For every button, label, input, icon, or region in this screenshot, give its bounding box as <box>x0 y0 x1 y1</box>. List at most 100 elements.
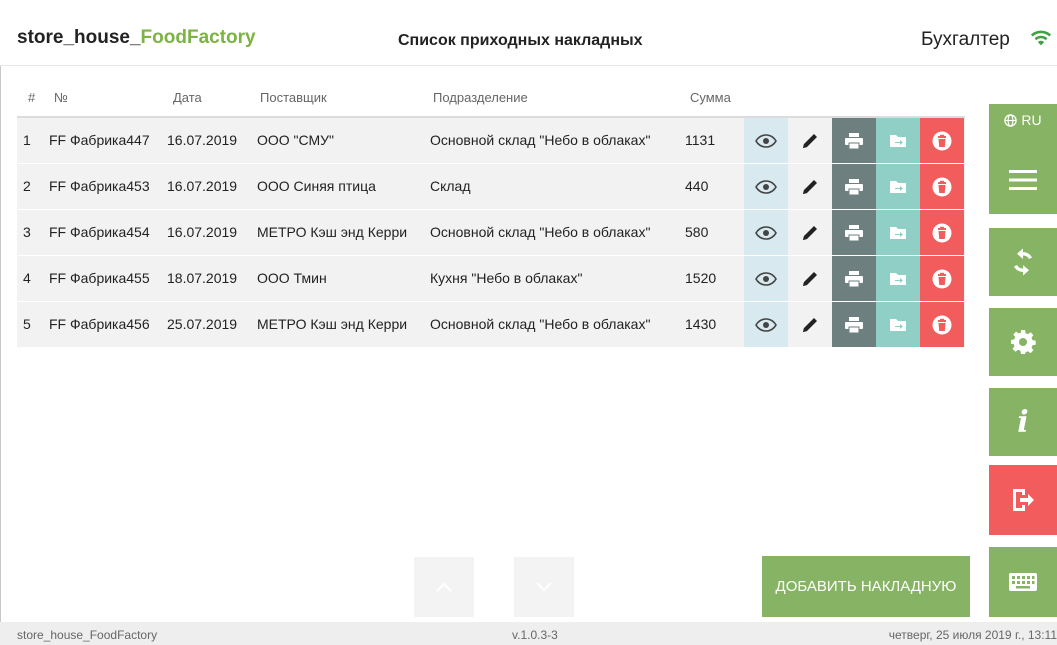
print-button[interactable] <box>832 164 876 209</box>
scroll-down-button[interactable] <box>514 557 574 617</box>
footer-datetime: четверг, 25 июля 2019 г., 13:11 <box>888 628 1057 642</box>
pencil-icon <box>803 271 817 286</box>
export-button[interactable] <box>876 210 920 255</box>
delete-button[interactable] <box>920 210 964 255</box>
print-button[interactable] <box>832 256 876 301</box>
printer-icon <box>845 270 863 287</box>
view-button[interactable] <box>744 210 788 255</box>
row-index: 4 <box>23 270 31 286</box>
view-button[interactable] <box>744 302 788 347</box>
row-division: Основной склад "Небо в облаках" <box>430 224 651 240</box>
folder-export-icon <box>890 226 906 239</box>
view-button[interactable] <box>744 256 788 301</box>
row-doc-number: FF Фабрика454 <box>49 224 150 240</box>
pencil-icon <box>803 317 817 332</box>
row-doc-number: FF Фабрика447 <box>49 132 150 148</box>
app-header: store_house_FoodFactory Список приходных… <box>0 0 1057 66</box>
row-sum: 1430 <box>685 316 717 332</box>
table-header: # № Дата Поставщик Подразделение Сумма <box>17 82 965 118</box>
edit-button[interactable] <box>788 164 832 209</box>
row-division: Кухня "Небо в облаках" <box>430 270 583 286</box>
logout-button[interactable] <box>989 465 1057 535</box>
row-division: Основной склад "Небо в облаках" <box>430 132 651 148</box>
row-sum: 440 <box>685 178 709 194</box>
row-index: 5 <box>23 316 31 332</box>
row-supplier: МЕТРО Кэш энд Керри <box>257 224 408 240</box>
chevron-down-icon <box>536 582 552 592</box>
export-button[interactable] <box>876 118 920 163</box>
table-row[interactable]: 4 FF Фабрика455 18.07.2019 ООО Тмин Кухн… <box>17 256 965 302</box>
printer-icon <box>845 224 863 241</box>
eye-icon <box>755 225 777 240</box>
trash-icon <box>932 131 952 150</box>
table-row[interactable]: 3 FF Фабрика454 16.07.2019 МЕТРО Кэш энд… <box>17 210 965 256</box>
table-row[interactable]: 2 FF Фабрика453 16.07.2019 ООО Синяя пти… <box>17 164 965 210</box>
table-row[interactable]: 1 FF Фабрика447 16.07.2019 ООО "СМУ" Осн… <box>17 118 965 164</box>
brand-prefix: store_house_ <box>17 27 141 48</box>
row-sum: 580 <box>685 224 709 240</box>
folder-export-icon <box>890 180 906 193</box>
delete-button[interactable] <box>920 118 964 163</box>
row-doc-number: FF Фабрика456 <box>49 316 150 332</box>
row-division: Склад <box>430 178 471 194</box>
settings-button[interactable] <box>989 308 1057 376</box>
invoice-table: # № Дата Поставщик Подразделение Сумма 1… <box>17 82 965 348</box>
col-supplier: Поставщик <box>260 90 327 105</box>
row-date: 16.07.2019 <box>167 224 238 240</box>
view-button[interactable] <box>744 164 788 209</box>
user-role: Бухгалтер <box>921 29 1010 50</box>
trash-icon <box>932 223 952 242</box>
printer-icon <box>845 178 863 195</box>
folder-export-icon <box>890 318 906 331</box>
pencil-icon <box>803 133 817 148</box>
status-bar: store_house_FoodFactory v.1.0.3-3 четвер… <box>0 622 1057 645</box>
view-button[interactable] <box>744 118 788 163</box>
col-date: Дата <box>173 90 202 105</box>
export-button[interactable] <box>876 302 920 347</box>
folder-export-icon <box>890 272 906 285</box>
scroll-up-button[interactable] <box>414 557 474 617</box>
gear-icon <box>1011 330 1036 354</box>
row-index: 1 <box>23 132 31 148</box>
export-button[interactable] <box>876 164 920 209</box>
delete-button[interactable] <box>920 302 964 347</box>
edit-button[interactable] <box>788 256 832 301</box>
info-button[interactable]: i <box>989 388 1057 456</box>
trash-icon <box>932 177 952 196</box>
row-date: 16.07.2019 <box>167 132 238 148</box>
menu-button[interactable] <box>989 146 1057 214</box>
row-date: 25.07.2019 <box>167 316 238 332</box>
edit-button[interactable] <box>788 118 832 163</box>
printer-icon <box>845 316 863 333</box>
row-division: Основной склад "Небо в облаках" <box>430 316 651 332</box>
print-button[interactable] <box>832 302 876 347</box>
trash-icon <box>932 269 952 288</box>
table-row[interactable]: 5 FF Фабрика456 25.07.2019 МЕТРО Кэш энд… <box>17 302 965 348</box>
row-supplier: ООО Синяя птица <box>257 178 376 194</box>
add-invoice-button[interactable]: ДОБАВИТЬ НАКЛАДНУЮ <box>762 556 970 617</box>
col-division: Подразделение <box>433 90 528 105</box>
edit-button[interactable] <box>788 210 832 255</box>
sync-button[interactable] <box>989 228 1057 296</box>
pencil-icon <box>803 179 817 194</box>
export-button[interactable] <box>876 256 920 301</box>
language-button[interactable]: RU <box>989 104 1057 150</box>
delete-button[interactable] <box>920 256 964 301</box>
edit-button[interactable] <box>788 302 832 347</box>
row-sum: 1520 <box>685 270 717 286</box>
trash-icon <box>932 315 952 334</box>
row-date: 16.07.2019 <box>167 178 238 194</box>
row-date: 18.07.2019 <box>167 270 238 286</box>
pencil-icon <box>803 225 817 240</box>
footer-version: v.1.0.3-3 <box>512 628 558 642</box>
keyboard-button[interactable] <box>989 547 1057 617</box>
row-supplier: МЕТРО Кэш энд Керри <box>257 316 408 332</box>
row-index: 2 <box>23 178 31 194</box>
logout-icon <box>1013 489 1034 511</box>
print-button[interactable] <box>832 118 876 163</box>
print-button[interactable] <box>832 210 876 255</box>
delete-button[interactable] <box>920 164 964 209</box>
row-index: 3 <box>23 224 31 240</box>
app-brand: store_house_FoodFactory <box>17 27 256 49</box>
eye-icon <box>755 271 777 286</box>
